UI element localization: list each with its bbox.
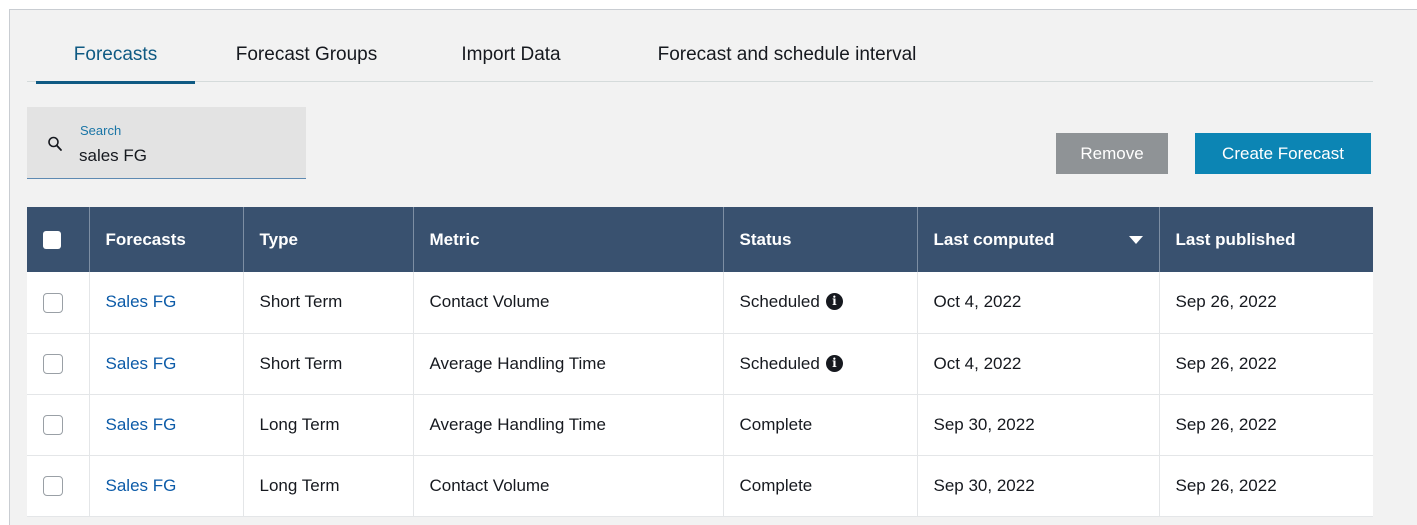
last-computed-cell: Oct 4, 2022 [917, 333, 1160, 395]
row-select-cell [27, 455, 90, 517]
status-text: Scheduled [739, 292, 820, 312]
type-cell: Short Term [243, 272, 414, 334]
forecasts-table: Forecasts Type Metric Status Last comput… [27, 207, 1373, 517]
search-label: Search [80, 123, 122, 138]
type-cell: Long Term [243, 455, 414, 517]
row-select-cell [27, 394, 90, 456]
forecast-cell: Sales FG [89, 272, 244, 334]
column-header-forecasts[interactable]: Forecasts [89, 207, 244, 272]
forecast-cell: Sales FG [89, 333, 244, 395]
sort-descending-icon [1128, 236, 1143, 244]
row-checkbox[interactable] [43, 353, 63, 374]
info-icon[interactable]: i [825, 354, 843, 372]
tab-label: Forecasts [73, 44, 158, 65]
table-row: Sales FG Short Term Average Handling Tim… [27, 333, 1373, 395]
last-published-cell: Sep 26, 2022 [1159, 455, 1373, 517]
create-forecast-button[interactable]: Create Forecast [1195, 133, 1371, 174]
forecast-cell: Sales FG [89, 455, 244, 517]
forecast-link[interactable]: Sales FG [106, 292, 177, 311]
select-all-header [27, 207, 90, 272]
metric-cell: Contact Volume [413, 455, 724, 517]
search-input[interactable] [79, 144, 289, 168]
metric-cell: Average Handling Time [413, 333, 724, 395]
tab-bar: Forecasts Forecast Groups Import Data Fo… [27, 40, 1373, 84]
metric-cell: Contact Volume [413, 272, 724, 334]
column-header-label: Last computed [933, 229, 1055, 249]
remove-button[interactable]: Remove [1056, 133, 1168, 174]
status-cell: Scheduled i [723, 272, 918, 334]
tab-label: Import Data [461, 44, 561, 65]
column-header-last-published[interactable]: Last published [1159, 207, 1373, 272]
table-row: Sales FG Long Term Average Handling Time… [27, 394, 1373, 456]
status-cell: Scheduled i [723, 333, 918, 395]
status-text: Scheduled [739, 353, 820, 373]
row-checkbox[interactable] [43, 292, 63, 313]
search-field[interactable]: Search [27, 107, 306, 179]
tab-label: Forecast Groups [235, 44, 378, 65]
column-header-status[interactable]: Status [723, 207, 918, 272]
last-published-cell: Sep 26, 2022 [1159, 394, 1373, 456]
row-checkbox[interactable] [43, 475, 63, 496]
tab-forecasts[interactable]: Forecasts [36, 40, 195, 84]
type-cell: Long Term [243, 394, 414, 456]
tab-label: Forecast and schedule interval [657, 44, 917, 65]
metric-cell: Average Handling Time [413, 394, 724, 456]
column-header-type[interactable]: Type [243, 207, 414, 272]
forecast-link[interactable]: Sales FG [106, 415, 177, 434]
last-computed-cell: Sep 30, 2022 [917, 455, 1160, 517]
row-select-cell [27, 333, 90, 395]
info-icon[interactable]: i [825, 293, 843, 311]
table-row: Sales FG Long Term Contact Volume Comple… [27, 455, 1373, 517]
last-published-cell: Sep 26, 2022 [1159, 272, 1373, 334]
forecast-link[interactable]: Sales FG [106, 476, 177, 495]
status-cell: Complete [723, 394, 918, 456]
table-row: Sales FG Short Term Contact Volume Sched… [27, 272, 1373, 334]
status-cell: Complete [723, 455, 918, 517]
table-header-row: Forecasts Type Metric Status Last comput… [27, 207, 1373, 272]
type-cell: Short Term [243, 333, 414, 395]
tab-import-data[interactable]: Import Data [449, 40, 573, 82]
forecast-cell: Sales FG [89, 394, 244, 456]
tab-forecast-groups[interactable]: Forecast Groups [229, 40, 384, 82]
row-checkbox[interactable] [43, 414, 63, 435]
row-select-cell [27, 272, 90, 334]
active-tab-indicator [36, 81, 195, 84]
tab-forecast-and-schedule-interval[interactable]: Forecast and schedule interval [637, 40, 937, 82]
last-computed-cell: Sep 30, 2022 [917, 394, 1160, 456]
column-header-last-computed[interactable]: Last computed [917, 207, 1160, 272]
last-published-cell: Sep 26, 2022 [1159, 333, 1373, 395]
forecast-link[interactable]: Sales FG [106, 354, 177, 373]
search-icon [48, 136, 62, 151]
last-computed-cell: Oct 4, 2022 [917, 272, 1160, 334]
select-all-checkbox[interactable] [43, 231, 61, 250]
column-header-metric[interactable]: Metric [413, 207, 724, 272]
